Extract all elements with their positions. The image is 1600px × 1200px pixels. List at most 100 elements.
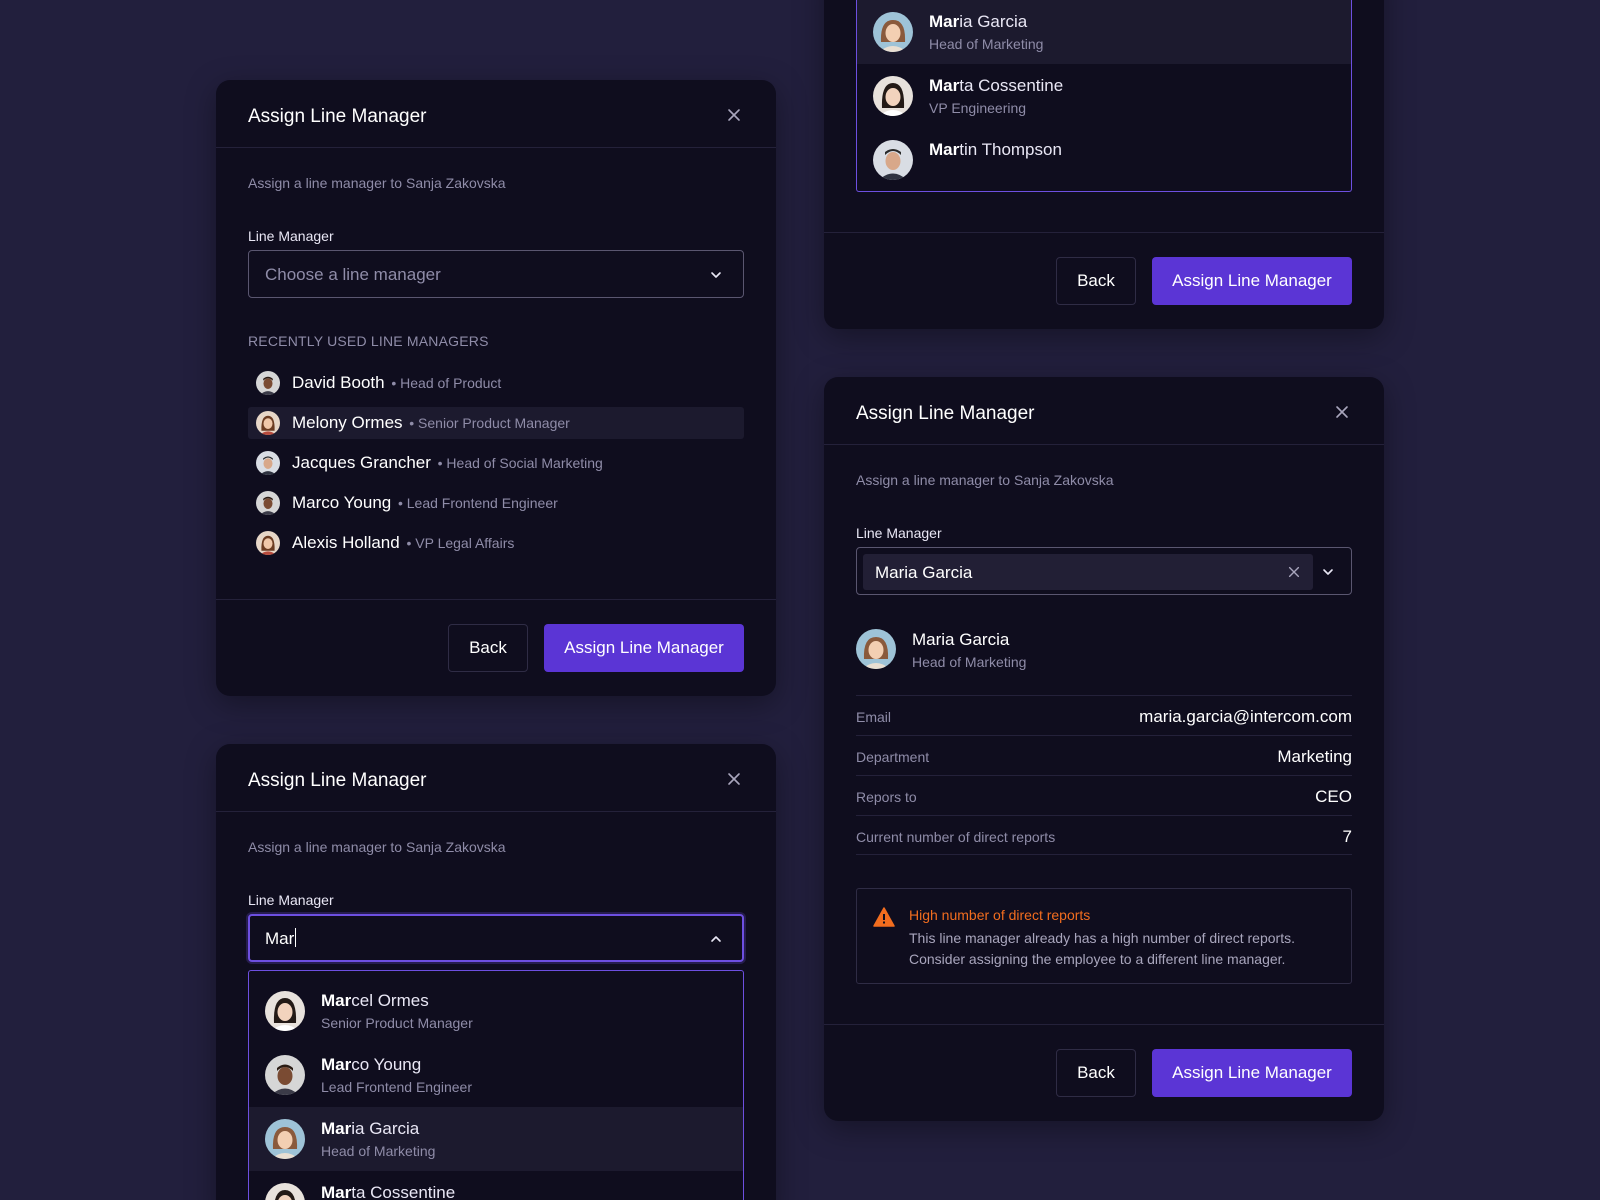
recent-manager-item[interactable]: Melony Ormes • Senior Product Manager xyxy=(248,407,744,439)
assign-line-manager-button[interactable]: Assign Line Manager xyxy=(1152,1049,1352,1097)
detail-key: Repors to xyxy=(856,789,917,805)
avatar xyxy=(265,1183,305,1200)
avatar xyxy=(256,491,280,515)
line-manager-search-input[interactable]: Mar xyxy=(248,914,744,962)
manager-option[interactable]: Marco Young Lead Frontend Engineer xyxy=(249,1043,743,1107)
option-name-rest: co Young xyxy=(351,1055,422,1074)
warning-callout: High number of direct reports This line … xyxy=(856,888,1352,984)
selected-manager-value: Maria Garcia xyxy=(875,563,973,582)
detail-key: Email xyxy=(856,709,892,725)
close-icon[interactable] xyxy=(726,107,742,123)
detail-value: 7 xyxy=(1342,827,1352,846)
chevron-down-icon[interactable] xyxy=(1321,565,1335,579)
modal-footer: Back Assign Line Manager xyxy=(216,599,776,696)
detail-key: Current number of direct reports xyxy=(856,829,1056,845)
chevron-down-icon xyxy=(709,268,723,282)
manager-name: Marco Young xyxy=(292,493,392,512)
detail-value: maria.garcia@intercom.com xyxy=(1139,707,1352,726)
clear-icon[interactable] xyxy=(1287,565,1301,579)
line-manager-select[interactable]: Maria Garcia xyxy=(856,547,1352,595)
avatar xyxy=(265,1119,305,1159)
option-match: Mar xyxy=(929,12,960,31)
assign-line-manager-button[interactable]: Assign Line Manager xyxy=(544,624,744,672)
profile-role: Head of Marketing xyxy=(912,654,1027,670)
modal-header: Assign Line Manager xyxy=(216,80,776,148)
modal-subtitle: Assign a line manager to Sanja Zakovska xyxy=(248,839,506,855)
option-match: Mar xyxy=(929,140,960,159)
assign-modal-recent: Assign Line Manager Assign a line manage… xyxy=(216,80,776,696)
manager-role: • Head of Social Marketing xyxy=(437,455,603,471)
option-name-rest: ia Garcia xyxy=(351,1119,420,1138)
manager-option[interactable]: Martin Thompson xyxy=(857,128,1351,192)
assign-modal-list: Senior Product Manager Maria Garcia Head… xyxy=(824,0,1384,329)
search-query: Mar xyxy=(265,929,295,948)
chevron-up-icon xyxy=(709,932,723,946)
detail-row-direct-reports: Current number of direct reports 7 xyxy=(856,815,1352,855)
modal-header: Assign Line Manager xyxy=(824,377,1384,445)
detail-row-department: Department Marketing xyxy=(856,735,1352,775)
option-role: Head of Marketing xyxy=(321,1143,436,1159)
option-match: Mar xyxy=(321,1183,352,1200)
option-name-rest: ta Cossentine xyxy=(959,76,1064,95)
modal-subtitle: Assign a line manager to Sanja Zakovska xyxy=(856,472,1114,488)
detail-value: CEO xyxy=(1315,787,1352,806)
recent-manager-item[interactable]: Marco Young • Lead Frontend Engineer xyxy=(248,487,744,519)
detail-value: Marketing xyxy=(1277,747,1352,766)
recent-manager-item[interactable]: David Booth • Head of Product xyxy=(248,367,744,399)
option-role: Senior Product Manager xyxy=(321,1015,473,1031)
avatar xyxy=(265,1055,305,1095)
assign-modal-selected: Assign Line Manager Assign a line manage… xyxy=(824,377,1384,1121)
manager-option[interactable]: Maria Garcia Head of Marketing xyxy=(857,0,1351,64)
avatar xyxy=(256,411,280,435)
avatar xyxy=(856,629,896,669)
detail-key: Department xyxy=(856,749,930,765)
avatar xyxy=(256,531,280,555)
modal-subtitle: Assign a line manager to Sanja Zakovska xyxy=(248,175,506,191)
recent-managers-heading: RECENTLY USED LINE MANAGERS xyxy=(248,333,489,349)
option-role: VP Engineering xyxy=(929,100,1027,116)
close-icon[interactable] xyxy=(1334,404,1350,420)
detail-row-reports-to: Repors to CEO xyxy=(856,775,1352,815)
modal-header: Assign Line Manager xyxy=(216,744,776,812)
assign-line-manager-button[interactable]: Assign Line Manager xyxy=(1152,257,1352,305)
recent-manager-item[interactable]: Jacques Grancher • Head of Social Market… xyxy=(248,447,744,479)
manager-role: • Senior Product Manager xyxy=(409,415,570,431)
modal-footer: Back Assign Line Manager xyxy=(824,232,1384,329)
modal-title: Assign Line Manager xyxy=(248,770,427,791)
manager-name: Jacques Grancher xyxy=(292,453,431,472)
manager-name: Melony Ormes xyxy=(292,413,403,432)
manager-name: Alexis Holland xyxy=(292,533,400,552)
manager-option[interactable]: Marta Cossentine VP Engineering xyxy=(857,64,1351,128)
back-button[interactable]: Back xyxy=(448,624,528,672)
option-name-rest: cel Ormes xyxy=(351,991,429,1010)
line-manager-label: Line Manager xyxy=(248,228,334,244)
option-match: Mar xyxy=(321,1055,352,1074)
select-placeholder: Choose a line manager xyxy=(265,265,441,284)
option-match: Mar xyxy=(321,1119,352,1138)
manager-option[interactable]: Maria Garcia Head of Marketing xyxy=(249,1107,743,1171)
option-role: Head of Marketing xyxy=(929,36,1044,52)
option-name-rest: ia Garcia xyxy=(959,12,1028,31)
recent-manager-item[interactable]: Alexis Holland • VP Legal Affairs xyxy=(248,527,744,559)
option-name-rest: ta Cossentine xyxy=(351,1183,456,1200)
warning-title: High number of direct reports xyxy=(909,907,1091,923)
detail-row-email: Email maria.garcia@intercom.com xyxy=(856,695,1352,735)
manager-option[interactable]: Marcel Ormes Senior Product Manager xyxy=(249,979,743,1043)
avatar xyxy=(265,991,305,1031)
line-manager-label: Line Manager xyxy=(856,525,942,541)
avatar xyxy=(873,76,913,116)
line-manager-label: Line Manager xyxy=(248,892,334,908)
manager-name: David Booth xyxy=(292,373,385,392)
line-manager-select[interactable]: Choose a line manager xyxy=(248,250,744,298)
manager-options-list: Marcel Ormes Senior Product Manager Marc… xyxy=(248,970,744,1200)
back-button[interactable]: Back xyxy=(1056,1049,1136,1097)
modal-title: Assign Line Manager xyxy=(856,403,1035,424)
selected-manager-chip: Maria Garcia xyxy=(863,554,1313,590)
option-match: Mar xyxy=(929,76,960,95)
close-icon[interactable] xyxy=(726,771,742,787)
manager-options-list: Senior Product Manager Maria Garcia Head… xyxy=(856,0,1352,192)
manager-option[interactable]: Marta Cossentine xyxy=(249,1171,743,1200)
profile-name: Maria Garcia xyxy=(912,630,1010,649)
back-button[interactable]: Back xyxy=(1056,257,1136,305)
avatar xyxy=(873,12,913,52)
